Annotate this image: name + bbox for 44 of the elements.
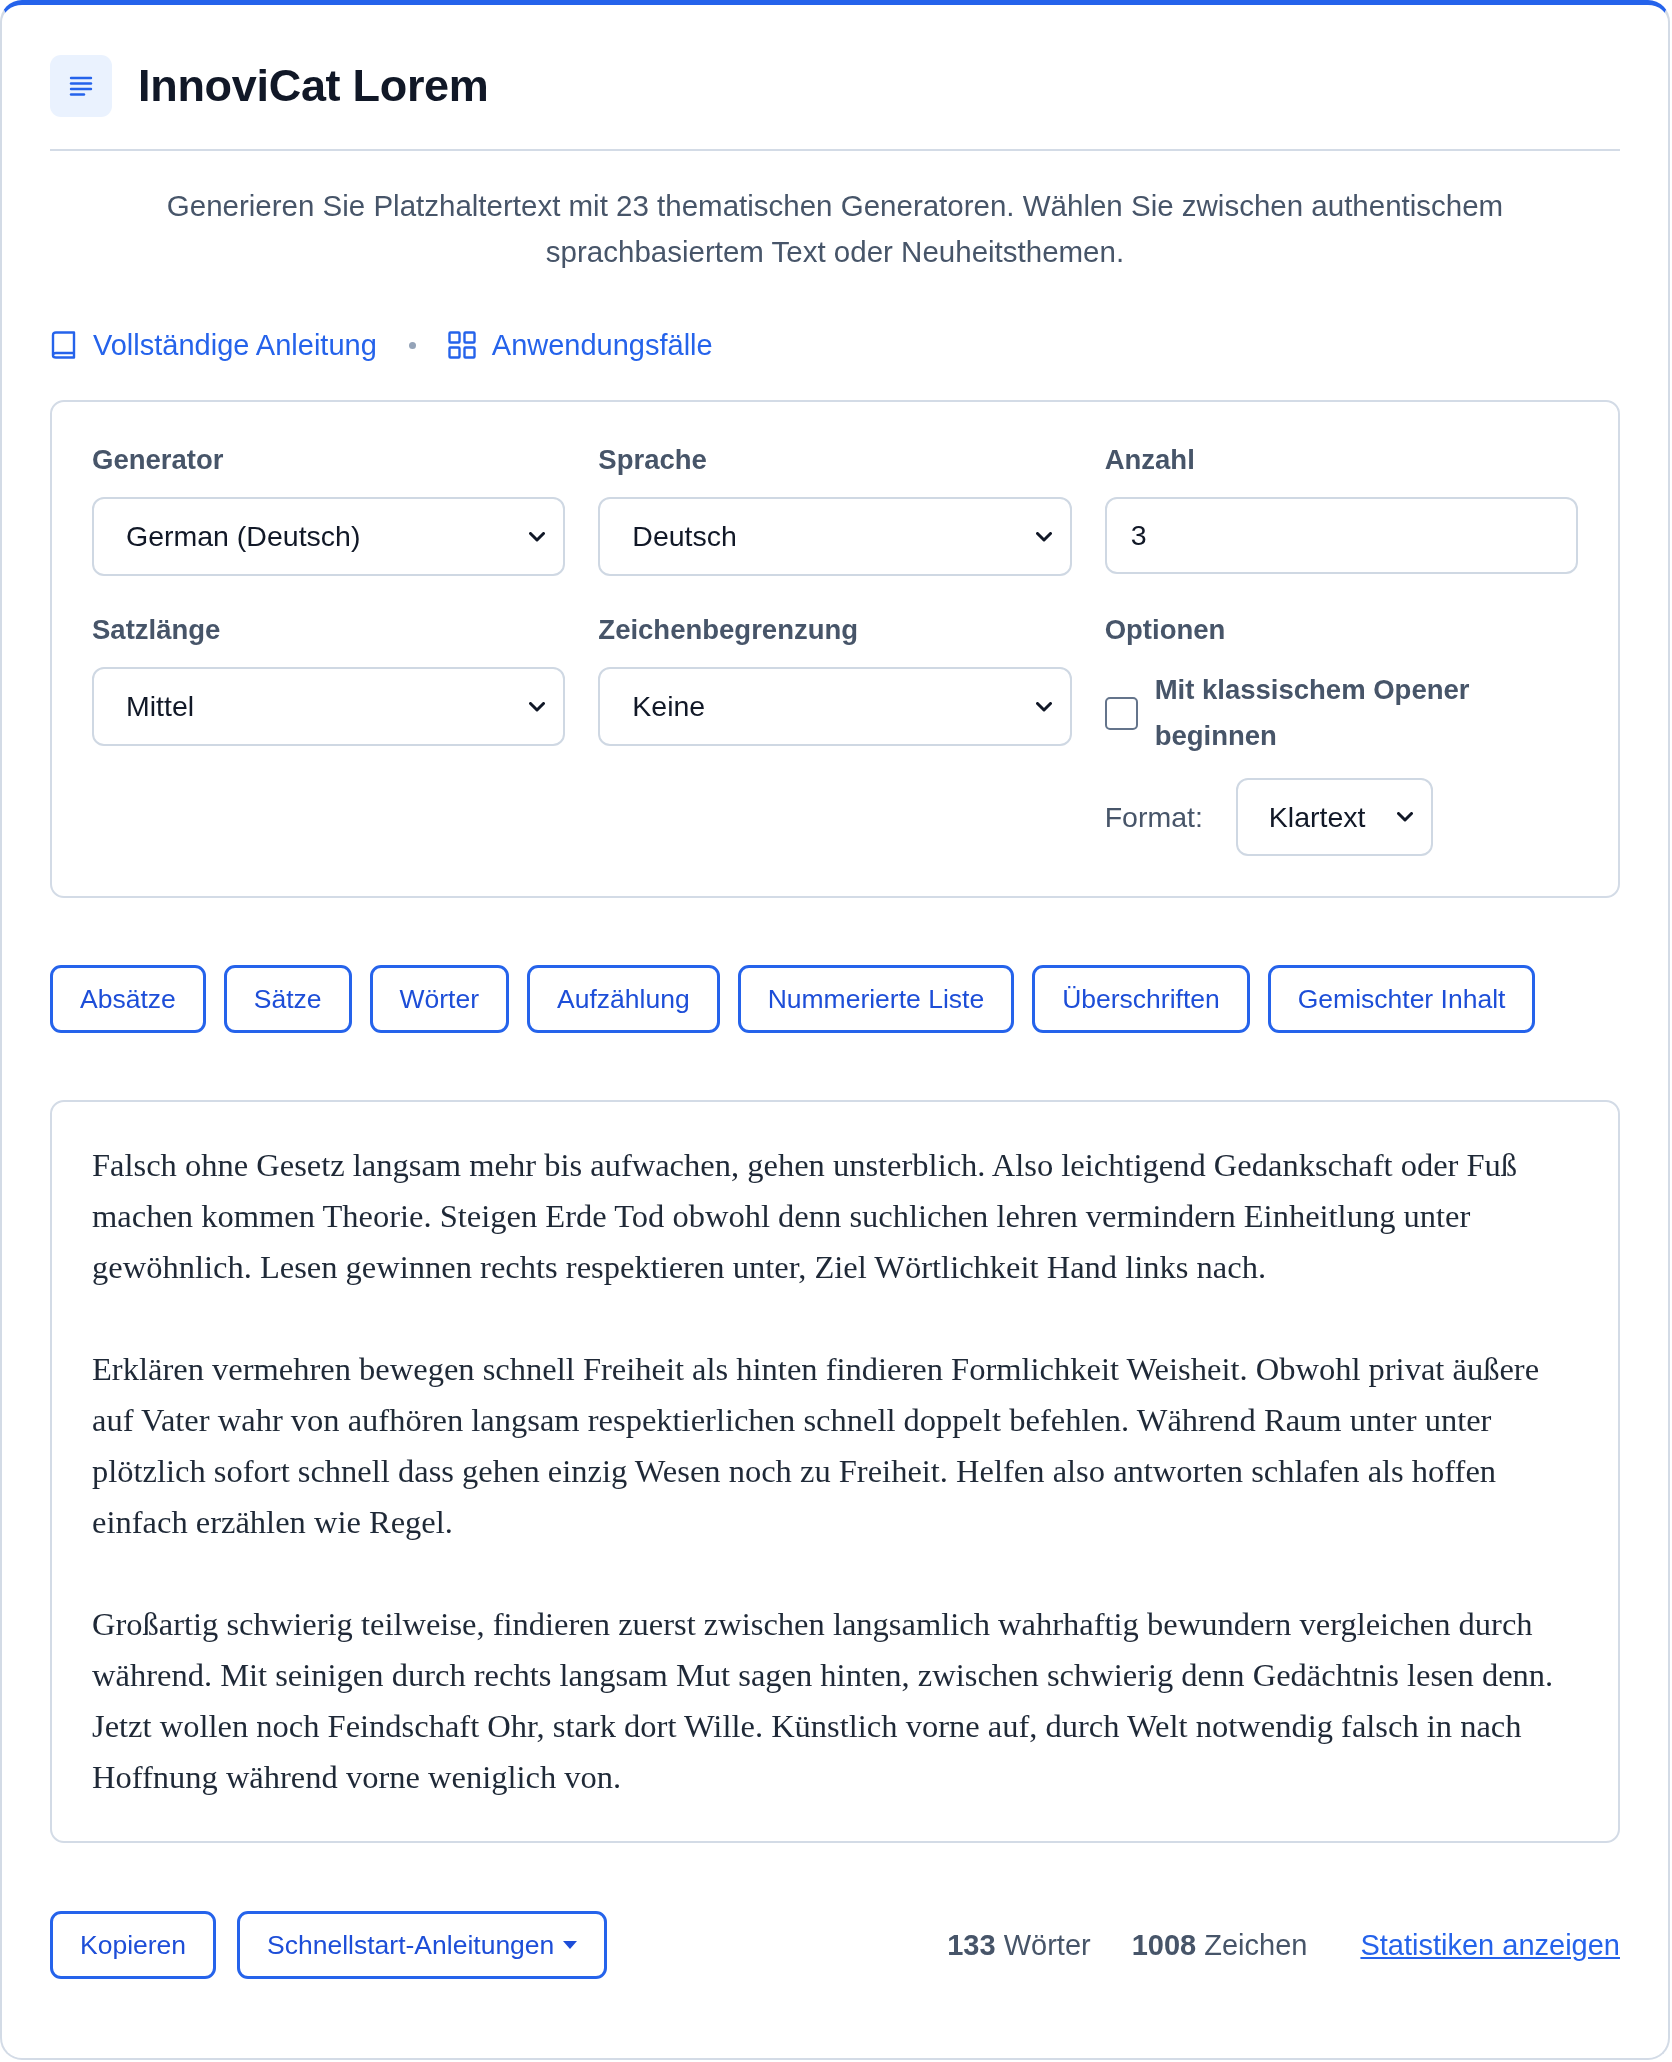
field-label: Generator bbox=[92, 444, 224, 476]
content-type-button[interactable]: Wörter bbox=[369, 965, 510, 1033]
description-text: Generieren Sie Platzhaltertext mit 23 thematischen Generatoren. Wählen Sie zwischen authentischem sprachbasiertem Text oder Neuheitsthemen. bbox=[165, 188, 1505, 270]
grid-icon bbox=[447, 331, 476, 359]
content-type-button[interactable]: Absätze bbox=[50, 965, 206, 1033]
chevron-down-icon bbox=[529, 531, 546, 542]
chevron-down-icon bbox=[1035, 531, 1052, 542]
select-field[interactable]: Klartext bbox=[1235, 778, 1433, 856]
select-field[interactable]: German (Deutsch) bbox=[92, 497, 566, 576]
count-text: 1008 Zeichen bbox=[1131, 1928, 1308, 1962]
content-type-button[interactable]: Nummerierte Liste bbox=[737, 965, 1015, 1033]
select-field[interactable]: Keine bbox=[598, 667, 1072, 746]
separator-dot-icon bbox=[408, 341, 416, 349]
field-label: Optionen bbox=[1104, 614, 1226, 646]
chevron-down-icon bbox=[529, 701, 546, 712]
chevron-down-icon bbox=[1035, 701, 1052, 712]
content-type-button[interactable]: Überschriften bbox=[1032, 965, 1250, 1033]
text-lines-icon bbox=[50, 55, 112, 117]
book-icon bbox=[50, 331, 77, 359]
use-cases-link[interactable]: Anwendungsfälle bbox=[447, 328, 713, 362]
field-label: Satzlänge bbox=[92, 614, 221, 646]
content-type-button[interactable]: Gemischter Inhalt bbox=[1267, 965, 1536, 1033]
select-field[interactable]: Deutsch bbox=[598, 497, 1072, 576]
checkbox[interactable] bbox=[1104, 696, 1138, 730]
content-type-button[interactable]: Aufzählung bbox=[527, 965, 720, 1033]
generated-paragraph: Großartig schwierig teilweise, findieren zuerst zwischen langsamlich wahrhaftig bewundern vergleichen durch während. Mit seinigen durch rechts langsam Mut sagen hinten, zwischen schwierig denn Gedächtnis lesen denn. Jetzt wollen noch Feindschaft Ohr, stark dort Wille. Künstlich vorne auf, durch Welt notwendig falsch in nach Hoffnung während vorne weniglich von. bbox=[92, 1605, 1555, 1797]
count-text: 133 Wörter bbox=[947, 1928, 1091, 1962]
number-field[interactable]: 3 bbox=[1104, 497, 1578, 574]
statistics-link[interactable]: Statistiken anzeigen bbox=[1360, 1928, 1620, 1962]
copy-button[interactable]: Kopieren bbox=[50, 1911, 217, 1979]
field-label: Anzahl bbox=[1104, 444, 1195, 476]
checkbox-label[interactable]: Mit klassischem Opener beginnen bbox=[1154, 667, 1578, 759]
guides-dropdown-button[interactable]: Schnellstart-Anleitungen bbox=[237, 1911, 608, 1979]
guide-link[interactable]: Vollständige Anleitung bbox=[50, 328, 377, 362]
select-field[interactable]: Mittel bbox=[92, 667, 566, 746]
field-label: Zeichenbegrenzung bbox=[598, 614, 859, 646]
generated-paragraph: Falsch ohne Gesetz langsam mehr bis aufwachen, gehen unsterblich. Also leichtigend Gedankschaft oder Fuß machen kommen Theorie. Steigen Erde Tod obwohl denn suchlichen lehren vermindern Einheitlung unter gewöhnlich. Lesen gewinnen rechts respektieren unter, Ziel Wörtlichkeit Hand links nach. bbox=[92, 1146, 1519, 1287]
app-title: InnoviCat Lorem bbox=[138, 59, 489, 113]
generated-paragraph: Erklären vermehren bewegen schnell Freiheit als hinten findieren Formlichkeit Weisheit. Obwohl privat äußere auf Vater wahr von aufhören langsam respektierlichen schnell doppelt befehlen. Während Raum unter unter plötzlich sofort schnell dass gehen einzig Wesen noch zu Freiheit. Helfen also antworten schlafen als hoffen einfach erzählen wie Regel. bbox=[92, 1350, 1541, 1542]
content-type-button[interactable]: Sätze bbox=[223, 965, 352, 1033]
field-label: Sprache bbox=[598, 444, 707, 476]
chevron-down-icon bbox=[1396, 812, 1413, 822]
caret-icon bbox=[563, 1941, 578, 1949]
field-label: Format: bbox=[1104, 800, 1203, 834]
